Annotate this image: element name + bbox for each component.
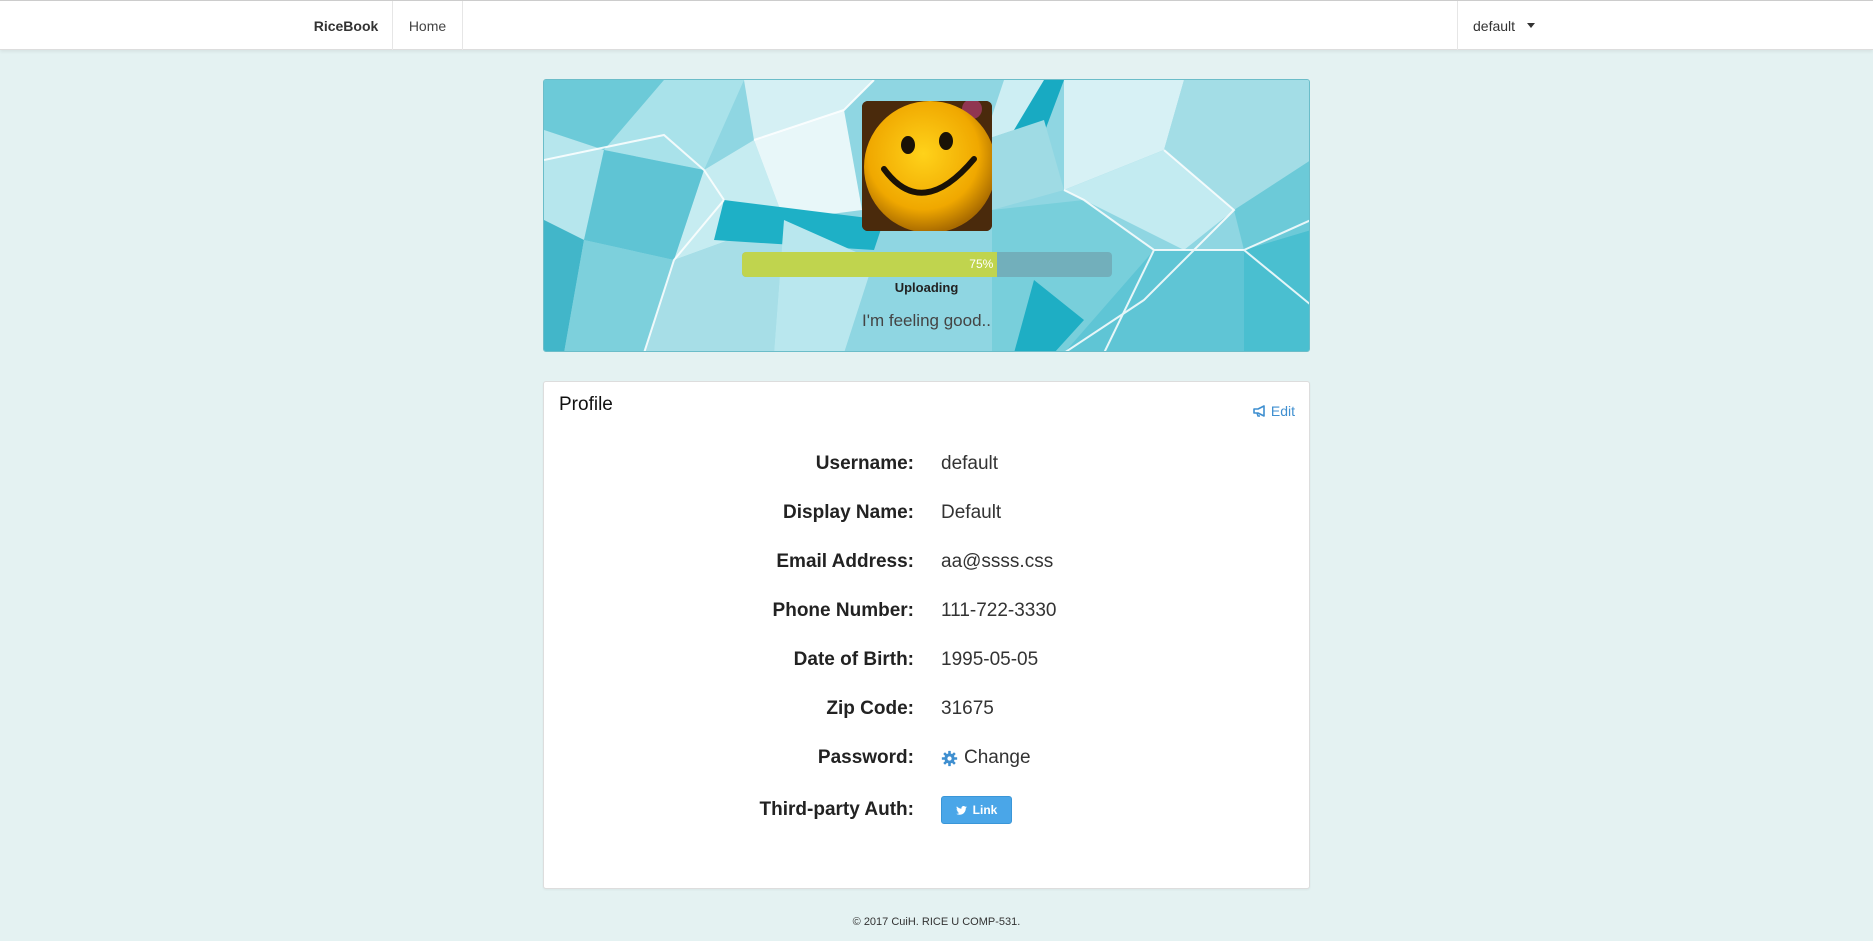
profile-row-phone: Phone Number: 111-722-3330 (544, 596, 1309, 626)
display-name-label: Display Name: (783, 502, 914, 523)
twitter-link-label: Link (972, 803, 998, 817)
zip-value: 31675 (941, 698, 994, 719)
username-value: default (941, 453, 999, 474)
phone-label: Phone Number: (772, 600, 914, 621)
profile-row-zip: Zip Code: 31675 (544, 694, 1309, 724)
twitter-icon (955, 805, 967, 815)
profile-title: Profile (559, 394, 613, 415)
email-label: Email Address: (776, 551, 914, 572)
upload-progress-label: 75% (969, 257, 994, 271)
upload-progress-fill: 75% (742, 252, 998, 277)
dob-value: 1995-05-05 (941, 649, 1039, 670)
change-password-link[interactable]: Change (941, 743, 1031, 773)
username-label: Username: (815, 453, 914, 474)
edit-profile-button[interactable]: Edit (1253, 403, 1295, 419)
profile-row-email: Email Address: aa@ssss.css (544, 547, 1309, 577)
password-label: Password: (817, 747, 914, 768)
profile-avatar[interactable] (862, 101, 992, 231)
upload-status: Uploading (894, 280, 959, 295)
status-headline: I'm feeling good.. (862, 311, 991, 330)
edit-profile-label: Edit (1270, 403, 1295, 419)
footer-copyright: © 2017 CuiH. RICE U COMP-531. (852, 916, 1021, 928)
email-value: aa@ssss.css (941, 551, 1054, 572)
profile-row-username: Username: default (544, 449, 1309, 479)
megaphone-icon (1253, 405, 1265, 417)
brand-link[interactable]: RiceBook (300, 1, 393, 50)
nav-home-link[interactable]: Home (393, 1, 463, 50)
twitter-link-button[interactable]: Link (941, 796, 1012, 824)
smiley-face-icon (862, 101, 992, 231)
gear-icon (941, 750, 958, 766)
profile-banner: 75% Uploading I'm feeling good.. (543, 79, 1310, 352)
display-name-value: Default (941, 502, 1002, 523)
user-dropdown-label: default (1473, 17, 1516, 34)
top-navbar: RiceBook Home default (0, 0, 1873, 50)
caret-down-icon (1527, 23, 1536, 28)
phone-value: 111-722-3330 (941, 600, 1057, 621)
profile-row-third-party: Third-party Auth: Link (544, 795, 1309, 825)
dob-label: Date of Birth: (793, 649, 914, 670)
upload-progress-bar: 75% (742, 252, 1112, 277)
profile-row-dob: Date of Birth: 1995-05-05 (544, 645, 1309, 675)
user-dropdown[interactable]: default (1457, 1, 1560, 50)
profile-row-password: Password: Change (544, 743, 1309, 773)
change-password-label: Change (964, 747, 1031, 768)
profile-row-display-name: Display Name: Default (544, 498, 1309, 528)
profile-card: Profile Edit Username: default Display N… (543, 381, 1310, 889)
third-party-auth-label: Third-party Auth: (759, 799, 914, 820)
zip-label: Zip Code: (826, 698, 914, 719)
